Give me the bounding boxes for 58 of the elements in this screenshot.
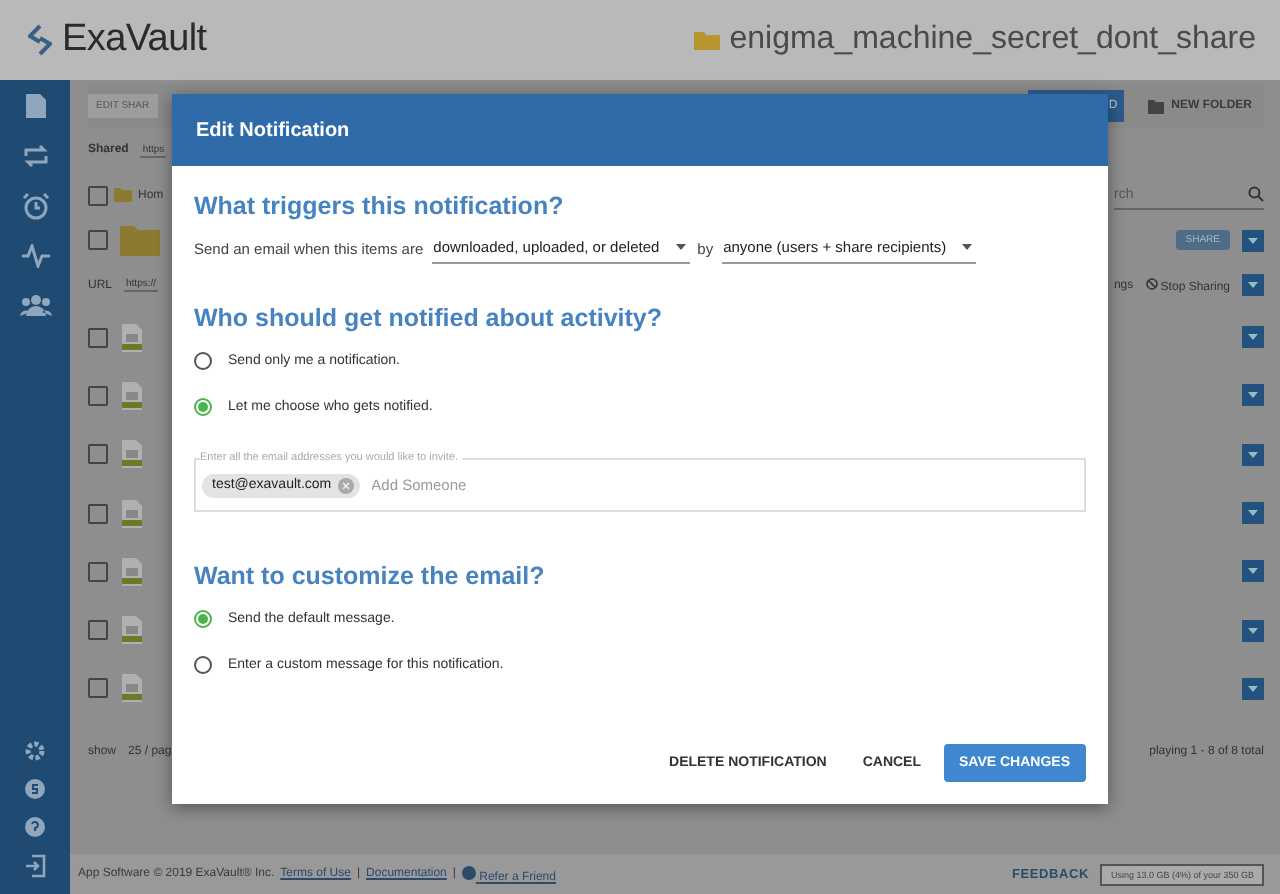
folder-title: enigma_machine_secret_dont_share xyxy=(729,22,1256,58)
image-file-icon xyxy=(120,440,144,469)
dropdown-button[interactable] xyxy=(1242,274,1264,297)
activity-icon[interactable] xyxy=(21,244,49,268)
dropdown-button[interactable] xyxy=(1242,502,1264,525)
dropdown-button[interactable] xyxy=(1242,677,1264,700)
dropdown-button[interactable] xyxy=(1242,229,1264,252)
caret-icon xyxy=(1248,451,1258,458)
caret-icon xyxy=(1248,392,1258,399)
caret-icon xyxy=(1248,568,1258,575)
remove-icon[interactable] xyxy=(337,477,354,493)
dialog-title: Edit Notification xyxy=(196,119,350,141)
caret-icon xyxy=(1248,685,1258,692)
checkbox[interactable] xyxy=(88,503,108,524)
checkbox[interactable] xyxy=(88,678,108,699)
dropdown-button[interactable] xyxy=(1242,619,1264,642)
folder-plus-icon xyxy=(1147,99,1164,113)
ban-icon xyxy=(1145,277,1158,290)
checkbox[interactable] xyxy=(88,385,108,406)
image-file-icon xyxy=(120,499,144,528)
caret-icon xyxy=(1248,334,1258,341)
dropdown-button[interactable] xyxy=(1242,560,1264,583)
sync-icon[interactable] xyxy=(21,144,49,168)
alarm-icon[interactable] xyxy=(21,192,49,220)
caret-icon xyxy=(962,244,973,250)
image-file-icon xyxy=(120,674,144,703)
checkbox[interactable] xyxy=(88,185,108,206)
dropdown-button[interactable] xyxy=(1242,443,1264,466)
caret-icon xyxy=(1248,510,1258,517)
folder-icon xyxy=(120,224,160,257)
dropdown-button[interactable] xyxy=(1242,384,1264,407)
dropdown-button[interactable] xyxy=(1242,326,1264,349)
caret-icon xyxy=(1248,627,1258,634)
folder-icon xyxy=(114,188,132,203)
checkbox[interactable] xyxy=(88,230,108,251)
section-heading: What triggers this notification? xyxy=(194,192,566,220)
checkbox[interactable] xyxy=(88,327,108,348)
search-icon xyxy=(1248,186,1264,203)
caret-icon xyxy=(675,244,686,250)
caret-icon xyxy=(1248,237,1258,244)
caret-icon xyxy=(1248,282,1258,289)
section-heading: Want to customize the email? xyxy=(194,562,547,590)
logo-text: ExaVault xyxy=(62,18,207,62)
settings-icon[interactable] xyxy=(24,740,46,762)
users-icon[interactable] xyxy=(19,292,51,316)
file-icon[interactable] xyxy=(23,92,47,120)
section-heading: Who should get notified about activity? xyxy=(194,304,665,332)
image-file-icon xyxy=(120,557,144,586)
checkbox[interactable] xyxy=(88,620,108,641)
checkbox[interactable] xyxy=(88,561,108,582)
image-file-icon xyxy=(120,616,144,645)
help-icon[interactable] xyxy=(24,816,46,838)
image-file-icon xyxy=(120,381,144,410)
checkbox[interactable] xyxy=(88,444,108,465)
image-file-icon xyxy=(120,323,144,352)
folder-icon xyxy=(693,30,720,50)
logout-icon[interactable] xyxy=(24,854,46,878)
logo-icon xyxy=(28,24,52,56)
